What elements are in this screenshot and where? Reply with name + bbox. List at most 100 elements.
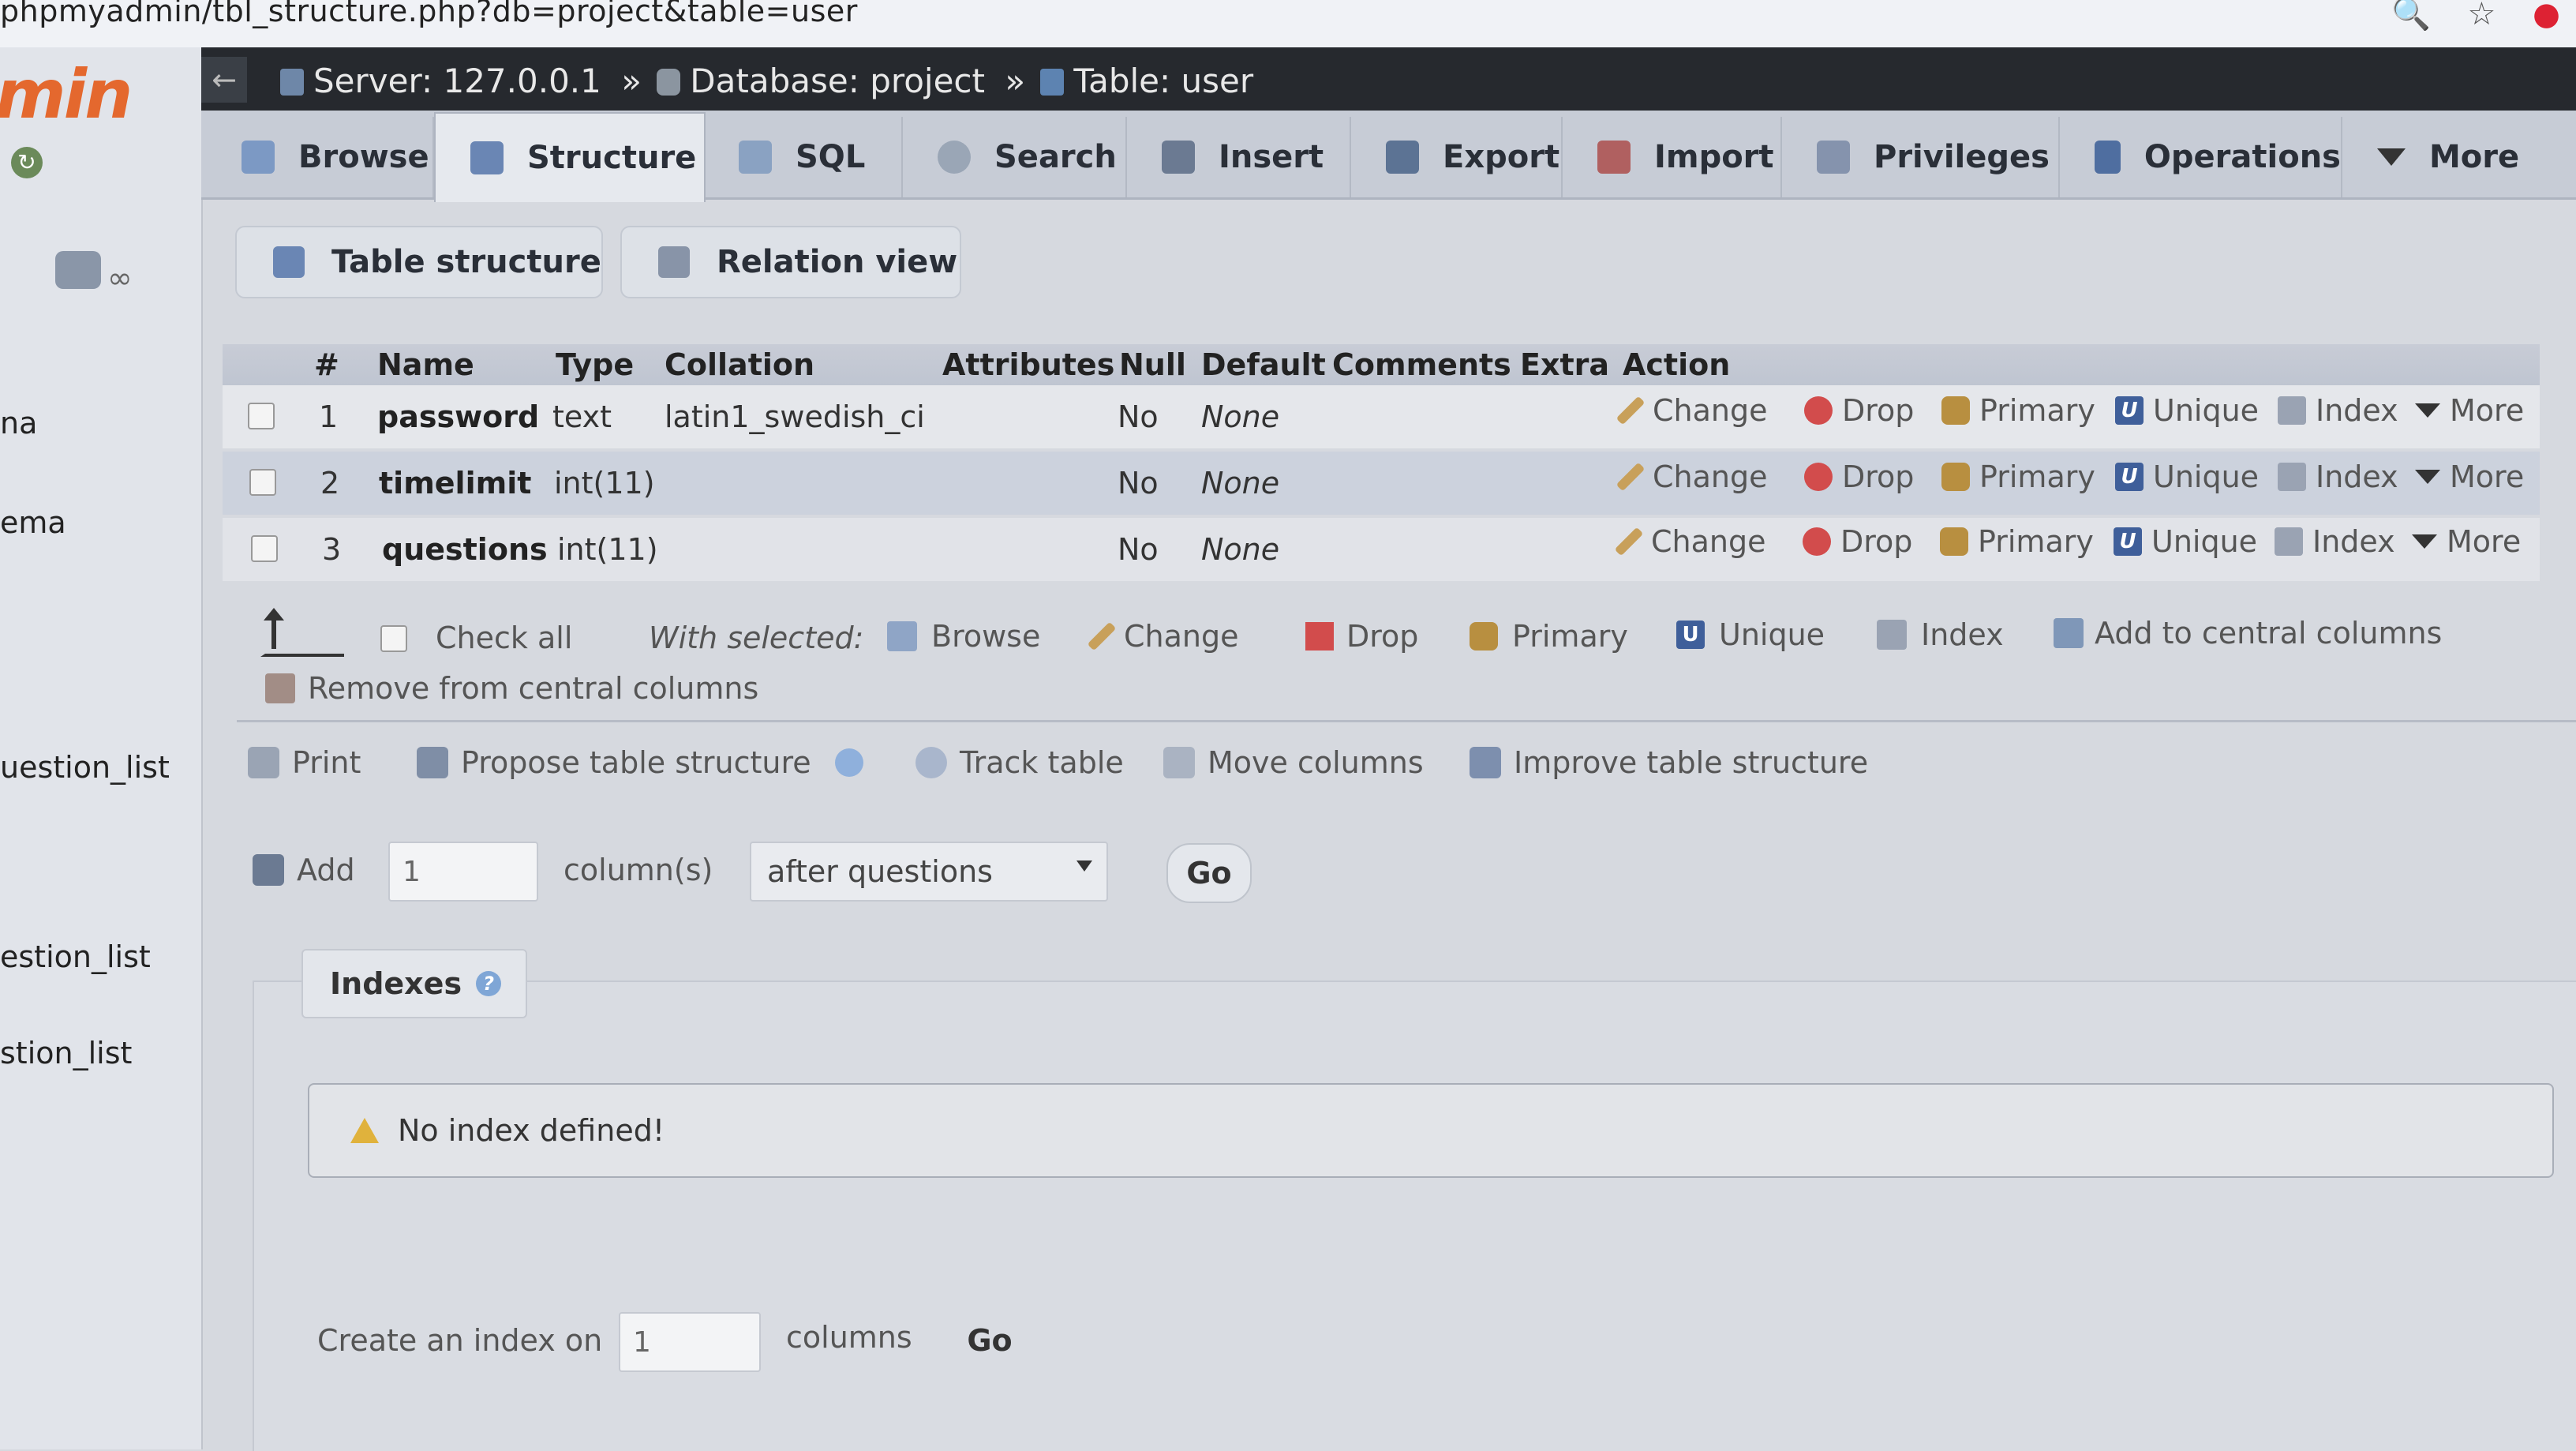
- drop-icon: [1803, 527, 1831, 556]
- more-action[interactable]: More: [2415, 459, 2524, 494]
- nav-item-question-list-3[interactable]: stion_list: [0, 1036, 132, 1070]
- chevron-down-icon: [2415, 470, 2440, 484]
- add-column-label: Add: [253, 853, 355, 887]
- collapse-nav-button[interactable]: ←: [201, 57, 247, 103]
- help-icon[interactable]: ?: [476, 971, 502, 996]
- central-columns-icon: [265, 673, 295, 703]
- primary-action[interactable]: Primary: [1940, 524, 2094, 559]
- row-checkbox[interactable]: [251, 535, 278, 562]
- bookmark-star-icon[interactable]: ☆: [2468, 0, 2496, 32]
- index-action[interactable]: Index: [2275, 524, 2395, 559]
- row-checkbox[interactable]: [248, 403, 275, 429]
- more-action[interactable]: More: [2412, 524, 2521, 559]
- insert-icon: [1162, 141, 1195, 174]
- add-column-go-button[interactable]: Go: [1166, 843, 1252, 903]
- change-action[interactable]: Change: [1614, 524, 1766, 559]
- chevron-down-icon: [2415, 403, 2440, 418]
- url-text[interactable]: phpmyadmin/tbl_structure.php?db=project&…: [0, 0, 858, 28]
- tab-insert[interactable]: Insert: [1127, 117, 1351, 197]
- tab-browse[interactable]: Browse: [207, 117, 434, 197]
- collapse-all-icon[interactable]: [55, 251, 101, 289]
- nav-item-question-list-1[interactable]: uestion_list: [0, 750, 170, 785]
- bulk-browse-button[interactable]: Browse: [887, 619, 1040, 654]
- tab-operations[interactable]: Operations: [2060, 117, 2342, 197]
- unique-action[interactable]: U Unique: [2115, 393, 2259, 428]
- check-all-label[interactable]: Check all: [436, 621, 572, 655]
- primary-action[interactable]: Primary: [1941, 393, 2095, 428]
- zoom-icon[interactable]: 🔍: [2391, 0, 2431, 32]
- improve-structure-button[interactable]: Improve table structure: [1470, 745, 1868, 780]
- key-icon: [1941, 463, 1970, 491]
- link-icon[interactable]: ∞: [107, 261, 133, 295]
- more-action[interactable]: More: [2415, 393, 2524, 428]
- bulk-unique-button[interactable]: U Unique: [1676, 617, 1825, 652]
- col-header-comments[interactable]: Comments: [1332, 344, 1511, 385]
- subtab-relation-view[interactable]: Relation view: [620, 226, 961, 298]
- nav-item-question-list-2[interactable]: estion_list: [0, 939, 151, 974]
- propose-structure-button[interactable]: Propose table structure: [417, 745, 863, 780]
- row-num: 3: [322, 532, 342, 567]
- home-icon[interactable]: ↻: [11, 147, 43, 178]
- drop-action[interactable]: Drop: [1803, 524, 1912, 559]
- privileges-icon: [1817, 141, 1850, 174]
- tab-import[interactable]: Import: [1563, 117, 1782, 197]
- column-position-select[interactable]: after questions: [750, 842, 1108, 902]
- track-table-button[interactable]: Track table: [915, 745, 1124, 780]
- bulk-drop-button[interactable]: Drop: [1305, 619, 1418, 654]
- drop-action[interactable]: Drop: [1804, 459, 1914, 494]
- column-null: No: [1118, 399, 1159, 434]
- col-header-attributes[interactable]: Attributes: [942, 344, 1114, 385]
- add-column-count-input[interactable]: 1: [388, 842, 538, 902]
- col-header-extra[interactable]: Extra: [1520, 344, 1609, 385]
- column-collation: latin1_swedish_ci: [665, 399, 925, 434]
- bulk-primary-button[interactable]: Primary: [1470, 619, 1628, 654]
- bulk-index-button[interactable]: Index: [1877, 617, 2004, 652]
- remove-central-columns-button[interactable]: Remove from central columns: [265, 671, 758, 706]
- change-action[interactable]: Change: [1616, 459, 1768, 494]
- help-icon[interactable]: [834, 748, 863, 777]
- col-header-null[interactable]: Null: [1119, 344, 1186, 385]
- subtab-table-structure[interactable]: Table structure: [235, 226, 603, 298]
- move-columns-button[interactable]: Move columns: [1163, 745, 1424, 780]
- column-name: timelimit: [379, 466, 532, 501]
- unique-action[interactable]: U Unique: [2115, 459, 2259, 494]
- col-header-default[interactable]: Default: [1201, 344, 1326, 385]
- col-header-num[interactable]: #: [314, 344, 339, 385]
- drop-action[interactable]: Drop: [1804, 393, 1914, 428]
- structure-icon: [470, 141, 504, 174]
- phpmyadmin-logo[interactable]: min: [0, 55, 133, 134]
- breadcrumb-table[interactable]: Table: user: [1040, 62, 1258, 100]
- tab-search[interactable]: Search: [903, 117, 1127, 197]
- add-central-columns-button[interactable]: Add to central columns: [2054, 616, 2442, 651]
- index-icon: [2278, 396, 2306, 425]
- column-null: No: [1118, 532, 1159, 567]
- index-action[interactable]: Index: [2278, 393, 2398, 428]
- chevron-down-icon: [2377, 148, 2406, 166]
- breadcrumb-server[interactable]: Server: 127.0.0.1: [280, 62, 606, 100]
- col-header-name[interactable]: Name: [377, 344, 474, 385]
- tab-sql[interactable]: SQL: [704, 117, 903, 197]
- row-checkbox[interactable]: [249, 469, 276, 496]
- col-header-type[interactable]: Type: [556, 344, 634, 385]
- browser-url-bar[interactable]: phpmyadmin/tbl_structure.php?db=project&…: [0, 0, 2576, 49]
- nav-item-db[interactable]: na: [0, 406, 37, 441]
- col-header-collation[interactable]: Collation: [665, 344, 814, 385]
- create-index-label: Create an index on: [317, 1323, 603, 1358]
- create-index-go-button[interactable]: Go: [947, 1310, 1032, 1370]
- extension-icon[interactable]: ●: [2533, 0, 2560, 32]
- print-button[interactable]: Print: [248, 745, 361, 780]
- tab-structure[interactable]: Structure: [434, 112, 706, 202]
- tab-export[interactable]: Export: [1351, 117, 1563, 197]
- nav-item-schema[interactable]: ema: [0, 505, 66, 540]
- tab-privileges[interactable]: Privileges: [1782, 117, 2060, 197]
- tab-more[interactable]: More: [2342, 117, 2529, 197]
- check-all-checkbox[interactable]: [380, 625, 407, 652]
- index-action[interactable]: Index: [2278, 459, 2398, 494]
- primary-action[interactable]: Primary: [1941, 459, 2095, 494]
- breadcrumb-database[interactable]: Database: project: [657, 62, 990, 100]
- change-action[interactable]: Change: [1616, 393, 1768, 428]
- unique-action[interactable]: U Unique: [2114, 524, 2257, 559]
- create-index-count-input[interactable]: 1: [619, 1312, 761, 1372]
- bulk-change-button[interactable]: Change: [1087, 619, 1239, 654]
- drop-icon: [1804, 463, 1833, 491]
